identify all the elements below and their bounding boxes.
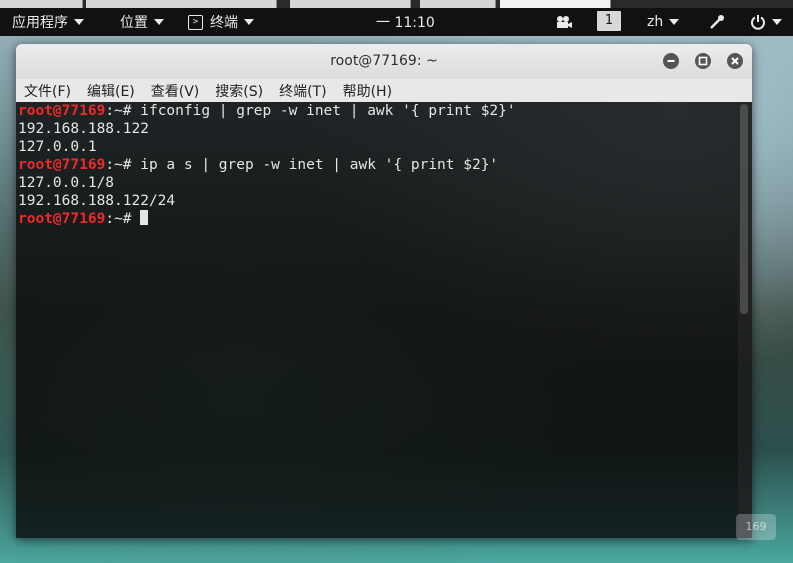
tab[interactable]	[86, 0, 277, 8]
chevron-down-icon	[154, 19, 164, 25]
menu-terminal[interactable]: 终端(T)	[279, 81, 326, 101]
minimize-icon	[667, 60, 675, 62]
watermark-logo: 169	[736, 514, 776, 540]
places-label: 位置	[120, 15, 148, 31]
terminal-app-label: 终端	[210, 15, 238, 31]
menubar: 文件(F) 编辑(E) 查看(V) 搜索(S) 终端(T) 帮助(H)	[16, 79, 752, 102]
tab[interactable]	[420, 0, 496, 8]
scrollbar[interactable]	[738, 102, 752, 538]
menu-search[interactable]: 搜索(S)	[215, 81, 263, 101]
lang-label: zh	[647, 14, 664, 30]
terminal-app-menu[interactable]: > 终端	[188, 8, 254, 36]
terminal-icon: >	[188, 14, 203, 30]
window-titlebar[interactable]: root@77169: ~	[16, 44, 752, 79]
clock[interactable]: 一 11:10	[376, 8, 435, 36]
chevron-down-icon	[244, 19, 254, 25]
prompt-user: root@77169	[18, 157, 106, 173]
places-menu[interactable]: 位置	[120, 8, 164, 36]
text-cursor	[140, 210, 149, 225]
terminal-window: root@77169: ~ 文件(F) 编辑(E) 查看(V) 搜索(S) 终端…	[16, 44, 752, 538]
menu-help[interactable]: 帮助(H)	[343, 81, 392, 101]
video-icon[interactable]	[555, 15, 573, 29]
output-line: 192.168.188.122	[18, 121, 149, 137]
close-icon	[731, 57, 739, 65]
chevron-down-icon	[74, 19, 84, 25]
maximize-icon	[698, 56, 708, 66]
command-text: ifconfig | grep -w inet | awk '{ print $…	[140, 103, 516, 119]
command-line: root@77169:~#	[18, 210, 516, 228]
power-icon	[751, 15, 765, 30]
browser-tab-strip	[0, 0, 793, 8]
applications-label: 应用程序	[12, 15, 68, 31]
menu-view[interactable]: 查看(V)	[151, 81, 200, 101]
accessibility-icon[interactable]	[708, 14, 726, 30]
command-line: root@77169:~# ip a s | grep -w inet | aw…	[18, 156, 516, 174]
prompt-suffix: :~#	[105, 211, 141, 227]
output-line: 127.0.0.1	[18, 139, 97, 155]
tab-active[interactable]	[500, 0, 611, 8]
applications-menu[interactable]: 应用程序	[12, 8, 84, 36]
menu-file[interactable]: 文件(F)	[24, 81, 71, 101]
command-text: ip a s | grep -w inet | awk '{ print $2}…	[140, 157, 499, 173]
maximize-button[interactable]	[695, 53, 711, 69]
minimize-button[interactable]	[663, 53, 679, 69]
top-panel: 应用程序 位置 > 终端 一 11:10 1 zh	[0, 8, 793, 36]
close-button[interactable]	[727, 53, 743, 69]
output-line: 192.168.188.122/24	[18, 193, 176, 209]
tab[interactable]	[0, 0, 83, 8]
scrollbar-thumb[interactable]	[740, 104, 748, 314]
chevron-down-icon	[772, 19, 782, 25]
workspace-indicator[interactable]: 1	[597, 11, 621, 31]
command-line: root@77169:~# ifconfig | grep -w inet | …	[18, 102, 516, 120]
tab[interactable]	[290, 0, 411, 8]
output-line: 127.0.0.1/8	[18, 175, 115, 191]
terminal-output[interactable]: root@77169:~# ifconfig | grep -w inet | …	[16, 102, 752, 538]
prompt-suffix: :~#	[105, 157, 141, 173]
chevron-down-icon	[669, 19, 680, 25]
system-menu[interactable]	[750, 8, 782, 36]
window-title: root@77169: ~	[330, 53, 438, 69]
prompt-suffix: :~#	[105, 103, 141, 119]
input-method-menu[interactable]: zh	[647, 8, 680, 36]
menu-edit[interactable]: 编辑(E)	[87, 81, 135, 101]
prompt-user: root@77169	[18, 211, 106, 227]
prompt-user: root@77169	[18, 103, 106, 119]
